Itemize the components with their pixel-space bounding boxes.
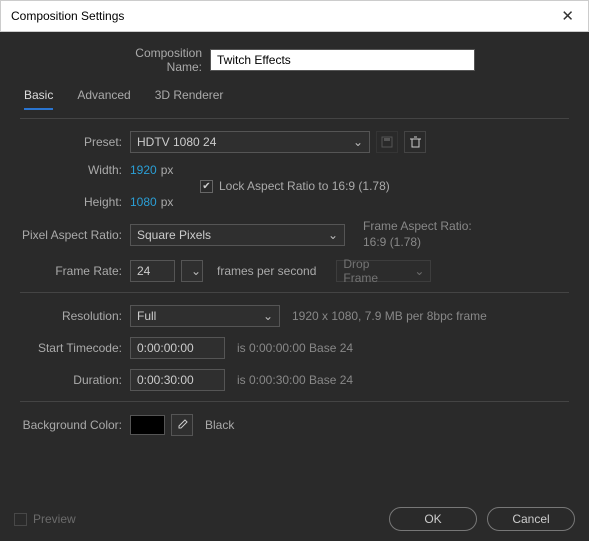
checkbox-icon [14, 513, 27, 526]
lock-aspect-label: Lock Aspect Ratio to 16:9 (1.78) [219, 179, 390, 193]
frame-aspect-value: 16:9 (1.78) [363, 235, 472, 251]
start-tc-label: Start Timecode: [20, 341, 130, 355]
title-bar: Composition Settings ✕ [0, 0, 589, 32]
preset-value: HDTV 1080 24 [137, 135, 216, 149]
width-input[interactable]: 1920 [130, 163, 157, 177]
frame-rate-input[interactable] [130, 260, 175, 282]
tab-advanced[interactable]: Advanced [77, 88, 130, 110]
resolution-value: Full [137, 309, 156, 323]
preset-label: Preset: [20, 135, 130, 149]
chevron-down-icon [191, 264, 201, 278]
resolution-select[interactable]: Full [130, 305, 280, 327]
trash-icon[interactable] [404, 131, 426, 153]
divider [20, 292, 569, 293]
start-timecode-input[interactable] [130, 337, 225, 359]
frame-rate-label: Frame Rate: [20, 264, 130, 278]
frame-rate-dropdown[interactable] [181, 260, 203, 282]
bg-color-name: Black [205, 418, 234, 432]
height-label: Height: [20, 195, 130, 209]
chevron-down-icon [414, 264, 424, 278]
tab-3d-renderer[interactable]: 3D Renderer [155, 88, 224, 110]
comp-name-input[interactable] [210, 49, 475, 71]
tab-basic[interactable]: Basic [24, 88, 53, 110]
duration-note: is 0:00:30:00 Base 24 [237, 373, 353, 387]
height-unit: px [161, 195, 174, 209]
preview-label: Preview [33, 512, 76, 526]
preview-checkbox: Preview [14, 512, 76, 526]
chevron-down-icon [328, 228, 338, 242]
preset-select[interactable]: HDTV 1080 24 [130, 131, 370, 153]
duration-label: Duration: [20, 373, 130, 387]
frame-aspect-title: Frame Aspect Ratio: [363, 219, 472, 235]
cancel-button[interactable]: Cancel [487, 507, 575, 531]
window-title: Composition Settings [11, 9, 557, 23]
preset-save-button [376, 131, 398, 153]
tabs: Basic Advanced 3D Renderer [24, 88, 569, 110]
resolution-note: 1920 x 1080, 7.9 MB per 8bpc frame [292, 309, 487, 323]
width-unit: px [161, 163, 174, 177]
close-icon[interactable]: ✕ [557, 7, 578, 25]
bg-color-label: Background Color: [20, 418, 130, 432]
divider [20, 118, 569, 119]
eyedropper-icon[interactable] [171, 414, 193, 436]
frame-aspect-info: Frame Aspect Ratio: 16:9 (1.78) [363, 219, 472, 250]
ok-button[interactable]: OK [389, 507, 477, 531]
checkbox-checked-icon: ✔ [200, 180, 213, 193]
duration-input[interactable] [130, 369, 225, 391]
drop-frame-select: Drop Frame [336, 260, 431, 282]
resolution-label: Resolution: [20, 309, 130, 323]
chevron-down-icon [353, 135, 363, 149]
drop-frame-value: Drop Frame [343, 257, 406, 285]
bg-color-swatch[interactable] [130, 415, 165, 435]
divider [20, 401, 569, 402]
chevron-down-icon [263, 309, 273, 323]
lock-aspect-checkbox[interactable]: ✔ Lock Aspect Ratio to 16:9 (1.78) [200, 179, 390, 193]
height-input[interactable]: 1080 [130, 195, 157, 209]
pixel-aspect-label: Pixel Aspect Ratio: [20, 228, 130, 242]
start-tc-note: is 0:00:00:00 Base 24 [237, 341, 353, 355]
pixel-aspect-select[interactable]: Square Pixels [130, 224, 345, 246]
frame-rate-unit: frames per second [217, 264, 316, 278]
width-label: Width: [20, 163, 130, 177]
comp-name-label: Composition Name: [100, 46, 210, 74]
pixel-aspect-value: Square Pixels [137, 228, 211, 242]
